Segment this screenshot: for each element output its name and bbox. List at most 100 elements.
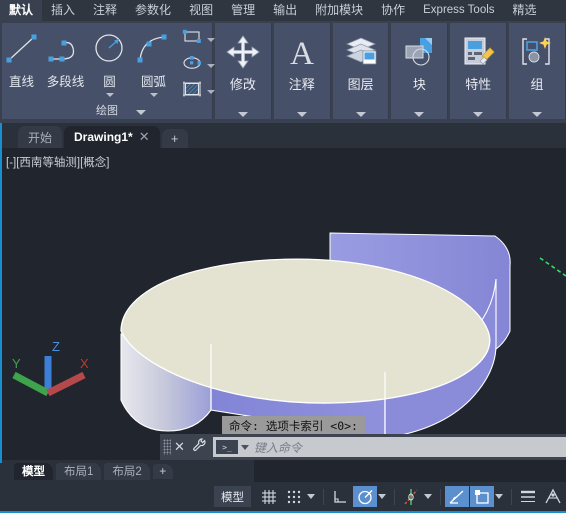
status-divider bbox=[440, 488, 441, 505]
status-3dsnap-caret[interactable] bbox=[495, 494, 503, 499]
command-history-caret[interactable] bbox=[240, 444, 249, 450]
status-3d-object-snap[interactable] bbox=[470, 486, 494, 507]
tool-arc-label: 圆弧 bbox=[140, 75, 166, 89]
ribbon-tab-view[interactable]: 视图 bbox=[180, 0, 222, 21]
ribbon-panel-block[interactable]: 块 bbox=[391, 23, 449, 119]
drawing-canvas[interactable]: [-][西南等轴测][概念] Z Y X 命令: 选项卡索引 <0>: bbox=[0, 148, 566, 458]
status-lineweight[interactable] bbox=[516, 486, 540, 507]
properties-icon bbox=[460, 31, 496, 73]
line-icon bbox=[2, 26, 42, 70]
document-tab-drawing1-label: Drawing1* bbox=[74, 130, 133, 144]
status-object-snap-tracking[interactable] bbox=[445, 486, 469, 507]
ribbon-tab-addins[interactable]: 附加模块 bbox=[306, 0, 372, 21]
ribbon-panel-properties[interactable]: 特性 bbox=[450, 23, 508, 119]
panel-expand-draw[interactable] bbox=[135, 110, 146, 115]
document-tab-start[interactable]: 开始 bbox=[18, 126, 63, 148]
ribbon-tab-express-tools[interactable]: Express Tools bbox=[414, 0, 503, 21]
ribbon-tab-manage[interactable]: 管理 bbox=[222, 0, 264, 21]
tool-line[interactable]: 直线 bbox=[0, 26, 44, 90]
status-polar-tracking[interactable] bbox=[353, 486, 377, 507]
svg-text:A: A bbox=[290, 36, 314, 70]
status-divider bbox=[511, 488, 512, 505]
panel-expand-layers[interactable] bbox=[355, 112, 366, 117]
layout-tab-model[interactable]: 模型 bbox=[14, 462, 53, 480]
tool-hatch-caret[interactable] bbox=[206, 89, 215, 94]
panel-expand-modify[interactable] bbox=[237, 112, 248, 117]
tool-polyline[interactable]: 多段线 bbox=[44, 26, 88, 90]
left-accent-rule bbox=[0, 123, 2, 463]
command-input[interactable]: >_ 键入命令 bbox=[212, 437, 566, 457]
document-tab-start-label: 开始 bbox=[28, 130, 53, 145]
ribbon-panel-group[interactable]: 组 bbox=[509, 23, 566, 119]
text-a-icon: A bbox=[284, 31, 320, 73]
ribbon-tab-strip: 默认 插入 注释 参数化 视图 管理 输出 附加模块 协作 Express To… bbox=[0, 0, 566, 21]
ribbon-tab-home[interactable]: 默认 bbox=[0, 0, 43, 21]
ribbon-tab-insert[interactable]: 插入 bbox=[42, 0, 84, 21]
drag-handle-icon[interactable] bbox=[163, 439, 171, 455]
panel-expand-annotation[interactable] bbox=[296, 112, 307, 117]
tool-rectangle[interactable] bbox=[181, 28, 215, 51]
ellipse-icon bbox=[181, 54, 203, 77]
tool-ellipse[interactable] bbox=[181, 54, 215, 77]
ribbon-tab-parametric[interactable]: 参数化 bbox=[126, 0, 180, 21]
svg-text:Y: Y bbox=[12, 356, 21, 371]
arc-icon bbox=[134, 26, 174, 70]
ribbon-panel-modify[interactable]: 修改 bbox=[215, 23, 272, 119]
status-object-snap[interactable] bbox=[399, 486, 423, 507]
panel-label-group: 组 bbox=[530, 77, 544, 92]
tool-circle-caret[interactable] bbox=[105, 93, 114, 97]
circle-icon bbox=[90, 26, 130, 70]
status-snap-caret[interactable] bbox=[307, 494, 315, 499]
tool-line-label: 直线 bbox=[8, 75, 34, 89]
panel-expand-properties[interactable] bbox=[473, 112, 484, 117]
ribbon-tab-featured[interactable]: 精选 bbox=[504, 0, 546, 21]
new-document-button[interactable]: + bbox=[161, 129, 188, 148]
ribbon-panel-annotation[interactable]: A 注释 bbox=[273, 23, 331, 119]
ribbon-tab-output[interactable]: 输出 bbox=[264, 0, 306, 21]
panel-label-layers: 图层 bbox=[347, 77, 374, 92]
ribbon-tab-annotate[interactable]: 注释 bbox=[84, 0, 126, 21]
tool-ellipse-caret[interactable] bbox=[206, 63, 215, 68]
status-model-button[interactable]: 模型 bbox=[214, 486, 251, 507]
panel-label-annotation: 注释 bbox=[288, 77, 315, 92]
tool-rectangle-caret[interactable] bbox=[206, 37, 215, 42]
panel-expand-block[interactable] bbox=[414, 112, 425, 117]
status-bar: 模型 bbox=[0, 482, 566, 511]
panel-label-properties: 特性 bbox=[465, 77, 492, 92]
layout-tab-layout2[interactable]: 布局2 bbox=[104, 462, 150, 480]
tool-arc[interactable]: 圆弧 bbox=[132, 26, 176, 97]
panel-label-modify: 修改 bbox=[229, 77, 256, 92]
new-layout-button[interactable]: + bbox=[152, 463, 173, 479]
block-icon bbox=[401, 31, 437, 73]
tool-arc-caret[interactable] bbox=[149, 93, 158, 97]
command-input-placeholder: 键入命令 bbox=[253, 440, 302, 455]
panel-expand-group[interactable] bbox=[532, 112, 543, 117]
ribbon-panel-layers[interactable]: 图层 bbox=[332, 23, 390, 119]
status-ortho-mode[interactable] bbox=[328, 486, 352, 507]
tool-hatch[interactable] bbox=[181, 80, 215, 103]
document-tab-drawing1[interactable]: Drawing1* ✕ bbox=[64, 126, 160, 148]
status-grid-display[interactable] bbox=[257, 486, 281, 507]
tool-circle[interactable]: 圆 bbox=[88, 26, 132, 97]
layers-icon bbox=[343, 31, 379, 73]
ribbon-tab-collaborate[interactable]: 协作 bbox=[372, 0, 414, 21]
panel-label-block: 块 bbox=[412, 77, 426, 92]
status-annotation-scale[interactable] bbox=[541, 486, 565, 507]
status-divider bbox=[394, 488, 395, 505]
polyline-icon bbox=[46, 26, 86, 70]
group-icon bbox=[519, 31, 555, 73]
status-polar-caret[interactable] bbox=[378, 494, 386, 499]
move-arrows-icon bbox=[225, 31, 261, 73]
3d-model-slot: Z Y X bbox=[12, 232, 566, 439]
status-snap-mode[interactable] bbox=[282, 486, 306, 507]
close-command-line-icon[interactable]: ✕ bbox=[174, 439, 185, 455]
wrench-icon[interactable] bbox=[191, 437, 207, 458]
layout-tab-layout1[interactable]: 布局1 bbox=[56, 462, 102, 480]
command-history-tooltip: 命令: 选项卡索引 <0>: bbox=[222, 416, 365, 436]
tool-circle-label: 圆 bbox=[103, 75, 116, 89]
autocad-window: 默认 插入 注释 参数化 视图 管理 输出 附加模块 协作 Express To… bbox=[0, 0, 566, 513]
close-icon[interactable]: ✕ bbox=[139, 129, 150, 145]
ucs-icon: Z Y X bbox=[12, 339, 89, 397]
tool-polyline-label: 多段线 bbox=[46, 75, 85, 89]
status-osnap-caret[interactable] bbox=[424, 494, 432, 499]
